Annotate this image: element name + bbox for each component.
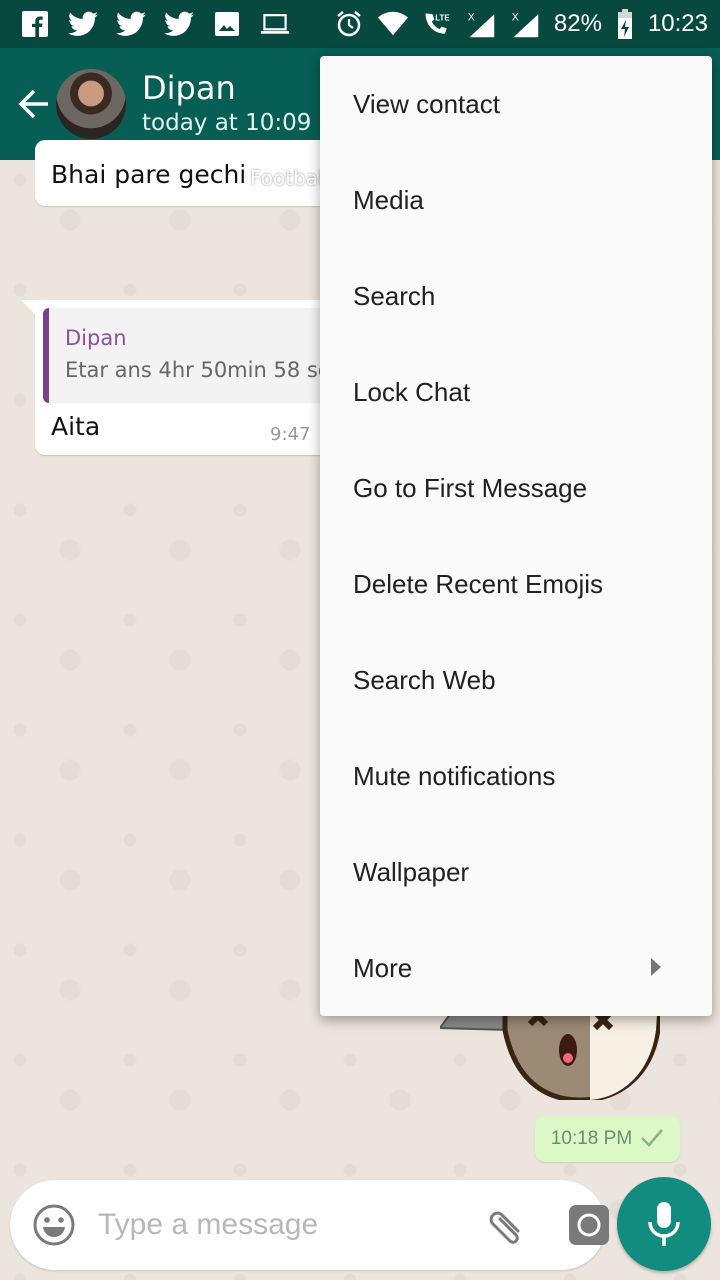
contact-name: Dipan (142, 69, 236, 107)
menu-item-label: Media (353, 184, 424, 215)
paperclip-icon (489, 1211, 520, 1244)
emoji-icon (33, 1204, 75, 1246)
quoted-message[interactable]: Dipan Etar ans 4hr 50min 58 se (43, 308, 355, 403)
attach-button[interactable] (484, 1203, 528, 1247)
microphone-icon (648, 1202, 680, 1246)
menu-item-go-to-first-message[interactable]: Go to First Message (320, 440, 712, 536)
menu-item-label: Search (353, 280, 436, 311)
message-time: 10:18 PM (550, 1128, 633, 1149)
camera-button[interactable] (568, 1203, 610, 1247)
gallery-icon (212, 9, 242, 39)
quoted-text: Etar ans 4hr 50min 58 se (65, 358, 331, 382)
facebook-icon (20, 9, 50, 39)
menu-item-label: View contact (353, 88, 500, 119)
arrow-left-icon (18, 89, 48, 119)
menu-item-wallpaper[interactable]: Wallpaper (320, 824, 712, 920)
twitter-icon (116, 9, 146, 39)
message-composer (10, 1180, 609, 1270)
menu-item-search-web[interactable]: Search Web (320, 632, 712, 728)
lte-call-icon: LTE (422, 9, 452, 39)
menu-item-mute-notifications[interactable]: Mute notifications (320, 728, 712, 824)
message-input[interactable] (98, 1208, 484, 1242)
camera-icon (569, 1205, 609, 1245)
menu-item-label: Search Web (353, 664, 496, 695)
message-bubble-reply[interactable]: Dipan Etar ans 4hr 50min 58 se Aita 9:47 (21, 300, 355, 455)
message-overlay-text: Footbal (250, 166, 324, 190)
menu-item-delete-recent-emojis[interactable]: Delete Recent Emojis (320, 536, 712, 632)
menu-item-media[interactable]: Media (320, 152, 712, 248)
message-text: Bhai pare gechi (51, 160, 247, 189)
menu-item-view-contact[interactable]: View contact (320, 56, 712, 152)
last-seen: today at 10:09 (142, 110, 312, 136)
svg-text:LTE: LTE (435, 13, 449, 22)
menu-item-label: Wallpaper (353, 856, 470, 887)
twitter-icon (68, 9, 98, 39)
message-text: Aita (51, 412, 101, 441)
signal-no-service-icon: X (466, 9, 496, 39)
overflow-menu: View contact Media Search Lock Chat Go t… (320, 56, 712, 1016)
svg-text:X: X (468, 11, 475, 23)
signal-no-service-icon: X (510, 9, 540, 39)
wifi-icon (377, 9, 408, 39)
laptop-icon (260, 9, 290, 39)
quoted-sender: Dipan (65, 326, 127, 350)
twitter-icon (164, 9, 194, 39)
menu-item-lock-chat[interactable]: Lock Chat (320, 344, 712, 440)
menu-item-label: Lock Chat (353, 376, 471, 407)
back-button[interactable] (10, 80, 58, 128)
clock: 10:23 (647, 10, 708, 37)
battery-percentage: 82% (553, 10, 602, 37)
menu-item-label: Mute notifications (353, 760, 556, 791)
message-bubble[interactable]: Bhai pare gechi Footbal (35, 140, 355, 206)
menu-item-label: Delete Recent Emojis (353, 568, 603, 599)
menu-item-more[interactable]: More (320, 920, 712, 1016)
contact-info[interactable]: Dipan today at 10:09 (142, 69, 311, 139)
contact-avatar[interactable] (56, 69, 126, 139)
voice-record-button[interactable] (617, 1177, 711, 1271)
menu-item-label: Go to First Message (353, 472, 588, 503)
submenu-arrow-icon (650, 953, 662, 984)
battery-charging-icon (616, 9, 634, 39)
svg-text:X: X (512, 11, 519, 23)
message-time: 9:47 (270, 424, 311, 445)
single-check-icon (640, 1127, 664, 1151)
emoji-button[interactable] (32, 1203, 76, 1247)
menu-item-search[interactable]: Search (320, 248, 712, 344)
sent-message-bubble[interactable]: 10:18 PM (535, 1116, 680, 1162)
menu-item-label: More (353, 952, 413, 983)
alarm-icon (334, 9, 364, 39)
status-bar: LTE X X 82% 10:23 (0, 0, 720, 48)
